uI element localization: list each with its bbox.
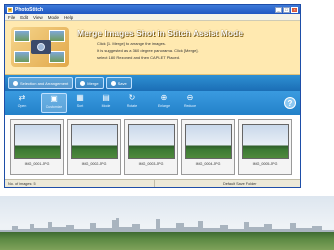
thumbnail-image bbox=[70, 124, 118, 159]
thumbnail-caption: IMG_0001.JPG bbox=[24, 162, 50, 166]
sort-icon: ▦ bbox=[76, 93, 84, 102]
menu-mode[interactable]: Mode bbox=[48, 15, 59, 20]
tab-selection-arrangement[interactable]: Selection and Arrangement bbox=[8, 77, 74, 89]
enlarge-button[interactable]: ⊕ Enlarge bbox=[151, 93, 177, 113]
window-controls: _ □ × bbox=[275, 6, 298, 13]
instructions: Click [1. Merge] to arrange the images. … bbox=[97, 41, 287, 62]
mode-button[interactable]: ▤ Mode bbox=[93, 93, 119, 113]
image-thumbnail[interactable]: IMG_0002.JPG bbox=[67, 119, 121, 175]
treeline-ground bbox=[0, 232, 334, 250]
customize-icon: ▣ bbox=[50, 94, 58, 103]
instruction-line: It is suggested as a 360 degree panorama… bbox=[97, 48, 199, 53]
thumbnail-image bbox=[184, 124, 232, 159]
mode-title: Merge Images Shot in Stitch Assist Mode bbox=[77, 28, 243, 38]
instruction-line: select 180 Rezoned and then CAPLET Place… bbox=[97, 55, 181, 60]
maximize-button[interactable]: □ bbox=[283, 6, 290, 13]
mode-header: Merge Images Shot in Stitch Assist Mode … bbox=[5, 21, 300, 75]
title-bar[interactable]: ✦ PhotoStitch _ □ × bbox=[5, 5, 300, 14]
image-thumbnail[interactable]: IMG_0005.JPG bbox=[238, 119, 292, 175]
sort-button[interactable]: ▦ Sort bbox=[67, 93, 93, 113]
open-icon: ⇄ bbox=[18, 93, 26, 102]
app-logo-icon: ✦ bbox=[7, 6, 13, 13]
image-thumbnail[interactable]: IMG_0001.JPG bbox=[10, 119, 64, 175]
open-button[interactable]: ⇄ Open bbox=[9, 93, 35, 113]
customize-button[interactable]: ▣ Customize bbox=[41, 93, 67, 113]
tab-save[interactable]: Save bbox=[105, 77, 132, 89]
mode-icon: ▤ bbox=[102, 93, 110, 102]
step-tabs: Selection and Arrangement Merge Save bbox=[5, 75, 300, 91]
status-bar: No. of images: 5 Default Save Folder bbox=[5, 179, 300, 187]
menu-file[interactable]: File bbox=[8, 15, 15, 20]
help-button[interactable]: ? bbox=[284, 97, 296, 109]
stitch-camera-icon bbox=[11, 27, 69, 67]
thumbnail-image bbox=[241, 124, 289, 159]
toolbar: ⇄ Open ▣ Customize ▦ Sort ▤ Mode ↻ Rotat… bbox=[5, 91, 300, 115]
image-thumbnail[interactable]: IMG_0004.JPG bbox=[181, 119, 235, 175]
rotate-icon: ↻ bbox=[128, 93, 136, 102]
merge-icon bbox=[80, 80, 86, 86]
reduce-icon: ⊖ bbox=[186, 93, 194, 102]
merged-panorama-image bbox=[0, 196, 334, 250]
image-thumbnail[interactable]: IMG_0003.JPG bbox=[124, 119, 178, 175]
tab-merge[interactable]: Merge bbox=[75, 77, 104, 89]
thumbnail-image bbox=[13, 124, 61, 159]
thumbnail-strip: IMG_0001.JPG IMG_0002.JPG IMG_0003.JPG I… bbox=[5, 115, 300, 179]
menu-edit[interactable]: Edit bbox=[20, 15, 28, 20]
window-title: PhotoStitch bbox=[15, 6, 44, 13]
reduce-button[interactable]: ⊖ Reduce bbox=[177, 93, 203, 113]
selection-icon bbox=[13, 80, 18, 86]
status-save-folder: Default Save Folder bbox=[223, 182, 257, 186]
minimize-button[interactable]: _ bbox=[275, 6, 282, 13]
instruction-line: Click [1. Merge] to arrange the images. bbox=[97, 41, 166, 46]
enlarge-icon: ⊕ bbox=[160, 93, 168, 102]
save-icon bbox=[110, 80, 116, 86]
thumbnail-caption: IMG_0005.JPG bbox=[252, 162, 278, 166]
menu-view[interactable]: View bbox=[33, 15, 43, 20]
rotate-button[interactable]: ↻ Rotate bbox=[119, 93, 145, 113]
thumbnail-caption: IMG_0002.JPG bbox=[81, 162, 107, 166]
thumbnail-caption: IMG_0004.JPG bbox=[195, 162, 221, 166]
thumbnail-image bbox=[127, 124, 175, 159]
menu-help[interactable]: Help bbox=[64, 15, 73, 20]
menu-bar: File Edit View Mode Help bbox=[5, 14, 300, 21]
close-button[interactable]: × bbox=[291, 6, 298, 13]
thumbnail-caption: IMG_0003.JPG bbox=[138, 162, 164, 166]
app-window: ✦ PhotoStitch _ □ × File Edit View Mode … bbox=[4, 4, 301, 188]
status-image-count: No. of images: 5 bbox=[5, 180, 155, 187]
